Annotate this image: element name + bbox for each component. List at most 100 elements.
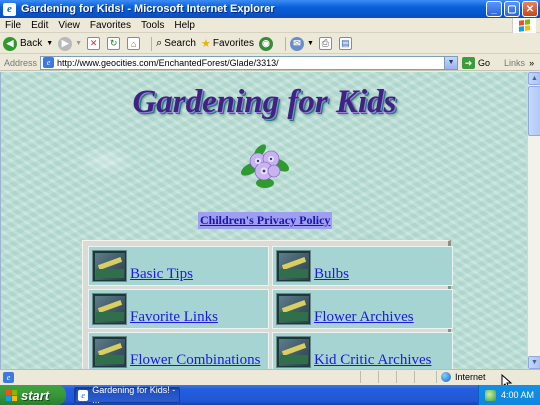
home-icon: ⌂ [127, 37, 141, 50]
refresh-button[interactable]: ↻ [107, 37, 122, 50]
nav-thumbnail[interactable] [276, 250, 311, 282]
toolbar-divider [151, 36, 153, 51]
menu-favorites[interactable]: Favorites [85, 20, 136, 31]
flower-graphic [240, 144, 290, 188]
status-panes [360, 371, 432, 383]
stop-button[interactable]: ✕ [87, 37, 102, 50]
internet-globe-icon [441, 372, 451, 382]
nav-link-flower-combinations[interactable]: Flower Combinations [130, 352, 260, 369]
back-arrow-icon: ◀ [3, 36, 17, 51]
forward-arrow-icon: ▶ [58, 36, 73, 51]
home-button[interactable]: ⌂ [127, 37, 142, 50]
system-tray: 4:00 AM [478, 385, 540, 405]
search-label: Search [164, 38, 196, 49]
search-icon: ⌕ [156, 37, 163, 49]
forward-button[interactable]: ▶ ▼ [58, 36, 82, 51]
nav-link-favorite-links[interactable]: Favorite Links [130, 309, 218, 326]
nav-cell-bulbs[interactable]: Bulbs [272, 246, 453, 286]
page-heading: Gardening for Kids [132, 84, 397, 120]
address-input[interactable]: e http://www.geocities.com/EnchantedFore… [40, 55, 459, 70]
media-button[interactable]: ◉ [258, 36, 276, 51]
edit-button[interactable]: ▤ [338, 37, 354, 50]
page-content[interactable]: Gardening for Kids Children's Privacy Po… [0, 72, 527, 369]
refresh-icon: ↻ [107, 37, 121, 50]
toolbar-divider [284, 36, 286, 51]
favorites-star-icon: ★ [200, 38, 211, 50]
menu-tools[interactable]: Tools [136, 20, 169, 31]
mail-icon: ✉ [289, 36, 304, 51]
go-arrow-icon: ➜ [462, 56, 476, 69]
title-bar[interactable]: e Gardening for Kids! - Microsoft Intern… [0, 0, 540, 18]
nav-link-kid-critic-archives[interactable]: Kid Critic Archives [314, 352, 431, 369]
nav-thumbnail[interactable] [92, 293, 127, 325]
back-label: Back [20, 38, 43, 49]
stop-icon: ✕ [87, 37, 101, 50]
mail-dropdown-icon[interactable]: ▼ [307, 40, 314, 47]
nav-cell-favorite-links[interactable]: Favorite Links [88, 289, 269, 329]
nav-thumbnail[interactable] [276, 336, 311, 368]
privacy-policy-link[interactable]: Children's Privacy Policy [198, 212, 333, 229]
zone-label: Internet [455, 372, 486, 382]
menu-view[interactable]: View [53, 20, 85, 31]
nav-thumbnail[interactable] [92, 250, 127, 282]
nav-table: Basic Tips Bulbs Favorite Links Flower A… [82, 240, 453, 369]
security-zone[interactable]: Internet [436, 371, 486, 383]
taskbar: start e Gardening for Kids! - ... 4:00 A… [0, 385, 540, 405]
media-icon: ◉ [258, 36, 273, 51]
clock[interactable]: 4:00 AM [501, 390, 534, 400]
favorites-button[interactable]: ★ Favorites [201, 37, 254, 50]
nav-thumbnail[interactable] [276, 293, 311, 325]
status-bar: e Internet [0, 369, 540, 384]
nav-cell-flower-combinations[interactable]: Flower Combinations [88, 332, 269, 369]
print-button[interactable]: ⎙ [318, 37, 334, 50]
nav-cell-kid-critic-archives[interactable]: Kid Critic Archives [272, 332, 453, 369]
scroll-up-icon[interactable]: ▲ [528, 72, 540, 85]
links-chevron-icon[interactable]: » [529, 58, 534, 68]
nav-link-basic-tips[interactable]: Basic Tips [130, 266, 193, 283]
address-dropdown-icon[interactable]: ▼ [444, 56, 458, 69]
links-button[interactable]: Links [504, 58, 525, 68]
tray-network-icon[interactable] [485, 389, 496, 401]
print-icon: ⎙ [318, 37, 332, 50]
scroll-thumb[interactable] [528, 86, 540, 136]
scroll-down-icon[interactable]: ▼ [528, 356, 540, 369]
taskbar-item-ie[interactable]: e Gardening for Kids! - ... [74, 385, 180, 405]
nav-cell-flower-archives[interactable]: Flower Archives [272, 289, 453, 329]
forward-dropdown-icon[interactable]: ▼ [75, 40, 82, 47]
taskbar-item-label: Gardening for Kids! - ... [92, 385, 176, 405]
start-label: start [21, 387, 50, 403]
ie-icon: e [3, 2, 16, 16]
go-label: Go [478, 57, 491, 68]
edit-page-icon: ▤ [338, 37, 352, 50]
minimize-button[interactable]: _ [486, 1, 502, 17]
nav-cell-basic-tips[interactable]: Basic Tips [88, 246, 269, 286]
address-bar: Address e http://www.geocities.com/Encha… [0, 55, 540, 71]
page-icon: e [43, 57, 55, 68]
windows-logo-icon [512, 18, 536, 33]
menu-help[interactable]: Help [169, 20, 200, 31]
nav-thumbnail[interactable] [92, 336, 127, 368]
window-title: Gardening for Kids! - Microsoft Internet… [21, 3, 275, 15]
mail-button[interactable]: ✉ ▼ [289, 36, 314, 51]
close-button[interactable]: ✕ [522, 1, 538, 17]
address-url[interactable]: http://www.geocities.com/EnchantedForest… [57, 58, 279, 68]
back-dropdown-icon[interactable]: ▼ [46, 40, 53, 47]
menu-file[interactable]: File [0, 20, 26, 31]
go-button[interactable]: ➜ Go [462, 56, 491, 69]
favorites-label: Favorites [212, 38, 254, 49]
toolbar: ◀ Back ▼ ▶ ▼ ✕ ↻ ⌂ ⌕ Search ★ Favorites … [0, 34, 540, 54]
nav-link-bulbs[interactable]: Bulbs [314, 266, 349, 283]
nav-link-flower-archives[interactable]: Flower Archives [314, 309, 414, 326]
ie-task-icon: e [78, 389, 89, 401]
window-controls: _ ▢ ✕ [486, 1, 538, 17]
menu-bar: File Edit View Favorites Tools Help [0, 18, 540, 33]
menu-edit[interactable]: Edit [26, 20, 53, 31]
address-label: Address [4, 57, 38, 68]
status-page-icon: e [3, 371, 14, 383]
search-button[interactable]: ⌕ Search [156, 37, 196, 50]
maximize-button[interactable]: ▢ [504, 1, 520, 17]
start-flag-icon [6, 389, 17, 401]
vertical-scrollbar[interactable]: ▲ ▼ [527, 72, 540, 369]
start-button[interactable]: start [0, 385, 66, 405]
back-button[interactable]: ◀ Back ▼ [3, 36, 53, 51]
